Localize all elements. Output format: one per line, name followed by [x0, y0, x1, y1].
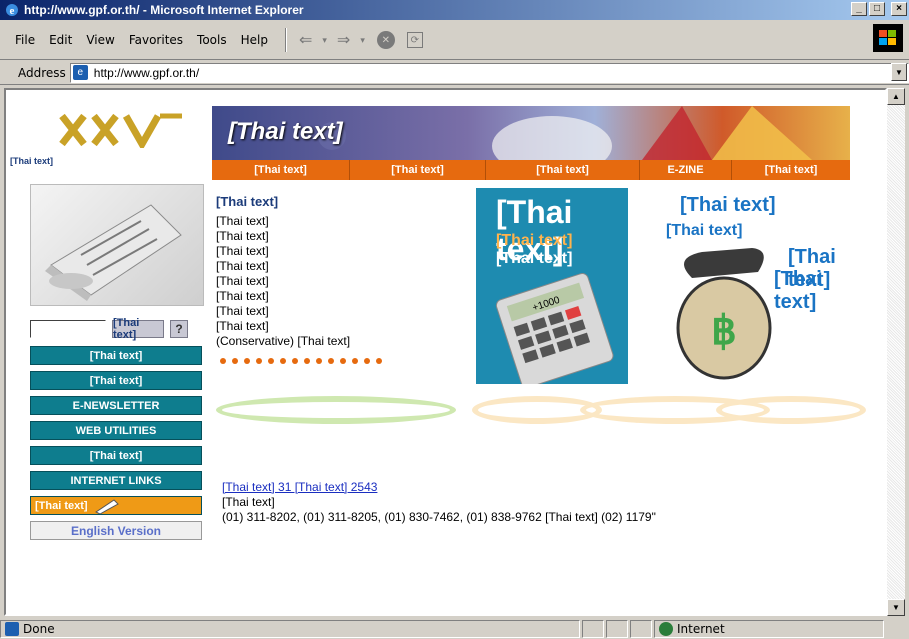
status-pane-empty [582, 620, 604, 638]
side-menu-contact[interactable]: [Thai text] [30, 446, 202, 465]
status-zone: Internet [677, 622, 725, 636]
gpf-logo[interactable]: [Thai text] [8, 112, 208, 168]
pen-icon [94, 498, 119, 514]
internet-explorer-icon: e [6, 4, 18, 17]
close-button[interactable]: × [891, 2, 907, 16]
notice-link[interactable]: [Thai text] 31 [Thai text] 2543 [222, 480, 377, 494]
article-line: [Thai text] [216, 304, 269, 318]
side-menu-public-information[interactable]: [Thai text] [30, 371, 202, 390]
stop-icon[interactable]: ✕ [376, 31, 395, 49]
address-label: Address [18, 65, 66, 80]
title-bar[interactable]: e http://www.gpf.or.th/ - Microsoft Inte… [0, 0, 909, 20]
address-input[interactable]: e http://www.gpf.or.th/ [69, 62, 909, 83]
article-line: [Thai text] [216, 289, 269, 303]
dotted-divider [220, 358, 382, 364]
notice-line-2: [Thai text] [222, 495, 275, 509]
savings-calculator-promo[interactable]: [Thai text] [Thai text] [Thai text] +100… [476, 188, 628, 384]
article-line: [Thai text] [216, 229, 269, 243]
article-line: [Thai text] [216, 274, 269, 288]
back-dropdown-icon[interactable]: ▾ [322, 35, 327, 46]
article-line: [Thai text] [216, 214, 269, 228]
nav-member-services[interactable]: [Thai text] [350, 160, 486, 180]
search-input[interactable] [30, 320, 106, 338]
side-menu-internet-links[interactable]: INTERNET LINKS [30, 471, 202, 490]
nav-sponsors[interactable]: [Thai text] [732, 160, 850, 180]
status-text: Done [23, 622, 55, 636]
page-done-icon [5, 622, 19, 636]
back-icon[interactable]: ⇐ [299, 30, 312, 50]
search-button[interactable]: [Thai text] [112, 317, 164, 341]
gpf-logo-text: [Thai text] [10, 156, 54, 166]
internet-zone-icon [659, 622, 673, 636]
main-nav: [Thai text] [Thai text] [Thai text] E-ZI… [212, 160, 850, 180]
side-menu-e-newsletter[interactable]: E-NEWSLETTER [30, 396, 202, 415]
menu-tools[interactable]: Tools [197, 33, 227, 47]
article-line: [Thai text] [216, 319, 269, 333]
decorative-swoosh-orange-2 [472, 396, 602, 424]
calculator-icon: +1000 [495, 272, 614, 384]
menu-toolbar: File Edit View Favorites Tools Help ⇐ ▾ … [0, 20, 909, 60]
header-banner: [Thai text] [212, 106, 850, 160]
notice-block: [Thai text] 31 [Thai text] 2543 [Thai te… [222, 480, 656, 525]
article-headline[interactable]: [Thai text] [216, 194, 278, 209]
scroll-down-icon[interactable]: ▼ [887, 599, 905, 616]
address-url: http://www.gpf.or.th/ [93, 65, 200, 80]
page-viewport: [Thai text] [Thai text] [Thai text] [Tha… [4, 88, 887, 616]
decorative-swoosh-orange-3 [716, 396, 866, 424]
side-menu-operations-manual[interactable]: [Thai text] [30, 346, 202, 365]
menu-favorites[interactable]: Favorites [129, 33, 183, 47]
decorative-swoosh-green [216, 396, 456, 424]
refresh-icon[interactable]: ⟳ [406, 32, 423, 48]
side-menu-jobs[interactable]: [Thai text] [30, 496, 202, 515]
side-menu-web-utilities[interactable]: WEB UTILITIES [30, 421, 202, 440]
scroll-up-icon[interactable]: ▲ [887, 88, 905, 105]
article-line: [Thai text] [216, 259, 269, 273]
banner-greeting: [Thai text] [228, 118, 343, 145]
newspaper-image [30, 184, 204, 306]
address-dropdown-icon[interactable]: ▼ [891, 63, 907, 81]
notice-phone-numbers: (01) 311-8202, (01) 311-8205, (01) 830-7… [222, 510, 656, 524]
nav-news[interactable]: [Thai text] [212, 160, 350, 180]
address-bar: Address e http://www.gpf.or.th/ ▼ [0, 61, 909, 85]
page-icon: e [72, 65, 88, 80]
windows-logo-icon [873, 24, 903, 52]
article-line: [Thai text] [216, 244, 269, 258]
forward-icon[interactable]: ⇒ [337, 30, 350, 50]
maximize-button[interactable]: □ [869, 2, 885, 16]
status-pane-empty [606, 620, 628, 638]
money-bag-symbol: ฿ [711, 309, 736, 353]
article-line: (Conservative) [Thai text] [216, 334, 351, 348]
minimize-button[interactable]: _ [851, 2, 867, 16]
money-bag-icon: ฿ [676, 248, 772, 380]
article-body: [Thai text] [Thai text] [Thai text] [Tha… [216, 214, 452, 349]
window-title: http://www.gpf.or.th/ - Microsoft Intern… [24, 3, 304, 17]
side-menu: [Thai text] [Thai text] E-NEWSLETTER WEB… [30, 346, 202, 546]
menu-file[interactable]: File [15, 33, 35, 47]
status-bar: Done Internet [0, 619, 909, 639]
forward-dropdown-icon[interactable]: ▾ [360, 35, 365, 46]
status-zone-pane: Internet [654, 620, 884, 638]
status-text-pane: Done [0, 620, 580, 638]
vertical-scrollbar[interactable]: ▲ ▼ [887, 88, 905, 616]
toolbar-separator [284, 28, 287, 52]
side-menu-english-version[interactable]: English Version [30, 521, 202, 540]
menu-help[interactable]: Help [241, 33, 268, 47]
nav-investment-clinic[interactable]: [Thai text] [486, 160, 640, 180]
help-icon[interactable]: ? [170, 320, 188, 338]
svg-text:e: e [10, 5, 15, 17]
nav-ezine[interactable]: E-ZINE [640, 160, 732, 180]
menu-view[interactable]: View [86, 33, 114, 47]
site-search: [Thai text] ? [30, 317, 188, 341]
status-pane-empty [630, 620, 652, 638]
gpf-logo-mark-icon [59, 113, 182, 148]
menu-edit[interactable]: Edit [49, 33, 72, 47]
investment-decision-promo[interactable]: [Thai text] [Thai text] [Thai text] [Tha… [662, 188, 862, 384]
side-menu-jobs-label: [Thai text] [35, 499, 88, 512]
